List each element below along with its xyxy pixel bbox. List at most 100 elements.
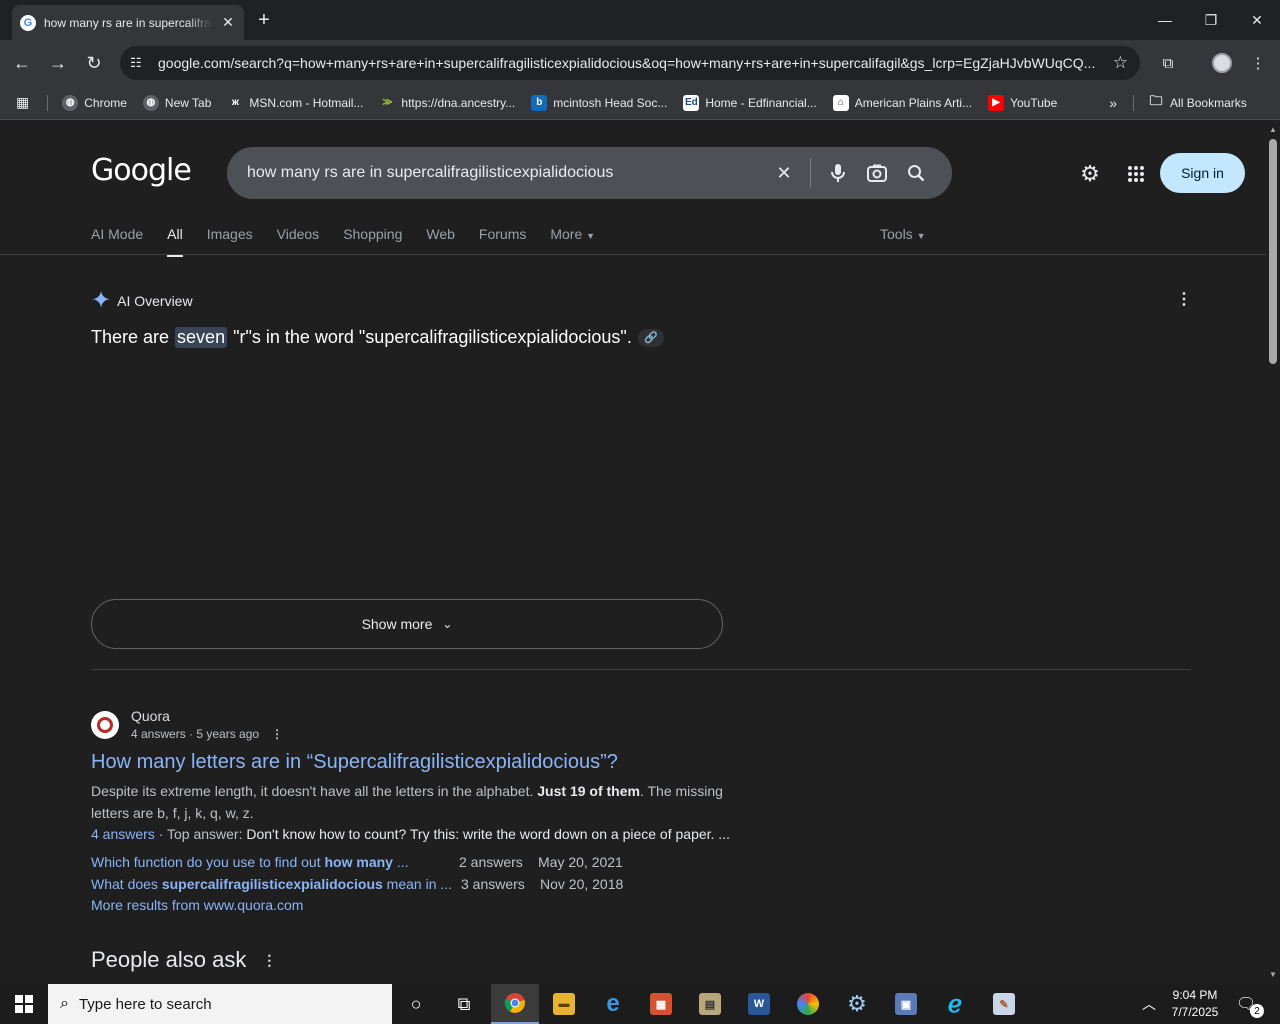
bookmark-bing[interactable]: b mcintosh Head Soc... <box>531 94 667 111</box>
search-icon: ⌕ <box>60 995 69 1012</box>
people-also-ask-menu-icon[interactable]: ⋮ <box>262 952 276 969</box>
scroll-up-arrow-icon[interactable]: ▲ <box>1268 125 1278 134</box>
tab-web[interactable]: Web <box>426 224 455 254</box>
bookmark-label: Home - Edfinancial... <box>705 95 817 110</box>
taskbar-search-box[interactable]: ⌕ Type here to search <box>48 984 392 1024</box>
related-date: Nov 20, 2018 <box>540 876 624 892</box>
cortana-circle-icon[interactable]: ○ <box>392 984 440 1024</box>
search-icon[interactable] <box>900 157 932 189</box>
address-bar[interactable]: ☷ google.com/search?q=how+many+rs+are+in… <box>120 46 1140 80</box>
snippet-text: Despite its extreme length, it doesn't h… <box>91 783 534 799</box>
office-app-icon[interactable]: ▦ <box>637 984 685 1024</box>
camera-lens-icon[interactable] <box>861 157 893 189</box>
source-link-icon[interactable]: 🔗 <box>637 328 664 347</box>
search-box[interactable]: how many rs are in supercalifragilistice… <box>227 147 952 199</box>
profile-button[interactable] <box>1209 50 1235 76</box>
tab-more[interactable]: More ▼ <box>550 224 595 254</box>
new-tab-button[interactable]: + <box>254 9 274 32</box>
edge-legacy-icon[interactable]: e <box>589 984 637 1024</box>
task-view-icon[interactable]: ⧉ <box>440 984 488 1024</box>
forward-button[interactable]: → <box>45 50 71 76</box>
sign-in-button[interactable]: Sign in <box>1160 153 1245 193</box>
show-more-button[interactable]: Show more ⌄ <box>91 599 723 649</box>
ai-overview-header: ✦ AI Overview <box>91 286 193 315</box>
site-info-icon[interactable]: ☷ <box>130 55 150 71</box>
ai-overview-answer: There are seven "r"s in the word "superc… <box>91 327 664 348</box>
photos-color-icon[interactable] <box>784 984 832 1024</box>
settings-gear-icon[interactable]: ⚙ <box>833 984 881 1024</box>
ancestry-leaf-icon: ≫ <box>382 97 393 108</box>
result-source[interactable]: Quora 4 answers · 5 years ago ⋮ <box>91 708 283 741</box>
chrome-menu-icon[interactable]: ⋮ <box>1245 50 1271 76</box>
microphone-icon[interactable] <box>822 157 854 189</box>
museum-icon: ⌂ <box>832 94 849 111</box>
result-title-link[interactable]: How many letters are in “Supercalifragil… <box>91 751 618 774</box>
start-button[interactable] <box>0 984 48 1024</box>
more-results-link[interactable]: More results from www.quora.com <box>91 897 303 913</box>
bookmark-ancestry[interactable]: ≫ https://dna.ancestry... <box>379 95 515 111</box>
ai-overview-menu-icon[interactable]: ⋮ <box>1176 289 1192 309</box>
system-clock[interactable]: 9:04 PM 7/7/2025 <box>1166 987 1224 1021</box>
people-also-ask-title: People also ask <box>91 947 247 972</box>
bookmark-label: YouTube <box>1010 95 1058 110</box>
bookmark-star-icon[interactable]: ☆ <box>1113 53 1128 73</box>
settings-gear-icon[interactable]: ⚙ <box>1075 159 1105 189</box>
bookmark-youtube[interactable]: ▶ YouTube <box>988 94 1058 111</box>
tray-chevron-up-icon[interactable]: ︿ <box>1142 994 1156 1014</box>
bookmark-museum[interactable]: ⌂ American Plains Arti... <box>832 94 972 111</box>
minimize-button[interactable]: — <box>1142 0 1188 40</box>
bookmark-edfinancial[interactable]: Ed Home - Edfinancial... <box>683 94 817 111</box>
chevron-down-icon: ⌄ <box>442 617 453 631</box>
paint-palette-icon[interactable]: ✎ <box>980 984 1028 1024</box>
all-bookmarks-folder[interactable]: 🗀 All Bookmarks <box>1148 93 1247 111</box>
scrollbar-thumb[interactable] <box>1269 139 1277 364</box>
apps-grid-icon[interactable]: ▦ <box>16 94 29 111</box>
bookmarks-bar: ▦ ◍ Chrome ◍ New Tab ж MSN.com - Hotmail...… <box>0 86 1280 120</box>
related-date: May 20, 2021 <box>538 854 623 870</box>
bookmark-msn[interactable]: ж MSN.com - Hotmail... <box>227 95 364 111</box>
top-answer-text: Don't know how to count? Try this: write… <box>246 826 730 842</box>
search-tabs-icon[interactable]: ⧉ <box>1155 50 1181 76</box>
file-explorer-icon[interactable]: ▬ <box>540 984 588 1024</box>
close-window-button[interactable]: ✕ <box>1234 0 1280 40</box>
google-favicon-icon: G <box>20 14 36 31</box>
tab-more-label: More <box>550 226 583 242</box>
more-bookmarks-chevron-icon[interactable]: » <box>1109 95 1117 111</box>
bookmark-chrome[interactable]: ◍ Chrome <box>62 94 127 111</box>
tab-forums[interactable]: Forums <box>479 224 526 254</box>
caret-down-icon: ▼ <box>586 231 596 241</box>
tab-images[interactable]: Images <box>207 224 253 254</box>
tab-close-icon[interactable]: ✕ <box>220 14 236 31</box>
scroll-down-arrow-icon[interactable]: ▼ <box>1268 970 1278 979</box>
answers-link[interactable]: 4 answers <box>91 826 155 842</box>
restore-button[interactable]: ❐ <box>1188 0 1234 40</box>
section-divider <box>91 669 1191 670</box>
notepad-app-icon[interactable]: ▤ <box>686 984 734 1024</box>
ai-overview-label: AI Overview <box>117 292 193 309</box>
google-apps-grid-icon[interactable] <box>1121 159 1151 189</box>
all-bookmarks-label: All Bookmarks <box>1170 95 1247 110</box>
tab-shopping[interactable]: Shopping <box>343 224 402 254</box>
url-text[interactable]: google.com/search?q=how+many+rs+are+in+s… <box>158 55 1103 71</box>
tab-ai-mode[interactable]: AI Mode <box>91 224 143 254</box>
result-options-icon[interactable]: ⋮ <box>271 727 283 741</box>
tab-videos[interactable]: Videos <box>277 224 320 254</box>
reload-button[interactable]: ↻ <box>81 50 107 76</box>
google-logo[interactable]: Google <box>91 153 192 188</box>
related-question-link[interactable]: What does supercalifragilisticexpialidoc… <box>91 876 452 892</box>
browser-tab[interactable]: G how many rs are in supercalifragilisti… <box>12 5 244 40</box>
notification-badge: 2 <box>1250 1004 1264 1018</box>
bookmark-new-tab[interactable]: ◍ New Tab <box>142 94 211 111</box>
header-divider <box>0 254 1266 255</box>
word-icon[interactable]: W <box>735 984 783 1024</box>
clear-icon[interactable]: ✕ <box>768 157 800 189</box>
taskbar-chrome-icon[interactable] <box>491 984 539 1024</box>
back-button[interactable]: ← <box>9 50 35 76</box>
search-input[interactable]: how many rs are in supercalifragilistice… <box>247 164 761 182</box>
tools-dropdown[interactable]: Tools ▼ <box>880 226 926 242</box>
remote-desktop-icon[interactable]: ▣ <box>882 984 930 1024</box>
tab-all[interactable]: All <box>167 224 183 257</box>
internet-explorer-icon[interactable]: ℯ <box>931 984 979 1024</box>
page-scrollbar[interactable]: ▲ ▼ <box>1266 121 1280 983</box>
related-question-link[interactable]: Which function do you use to find out ho… <box>91 854 409 870</box>
